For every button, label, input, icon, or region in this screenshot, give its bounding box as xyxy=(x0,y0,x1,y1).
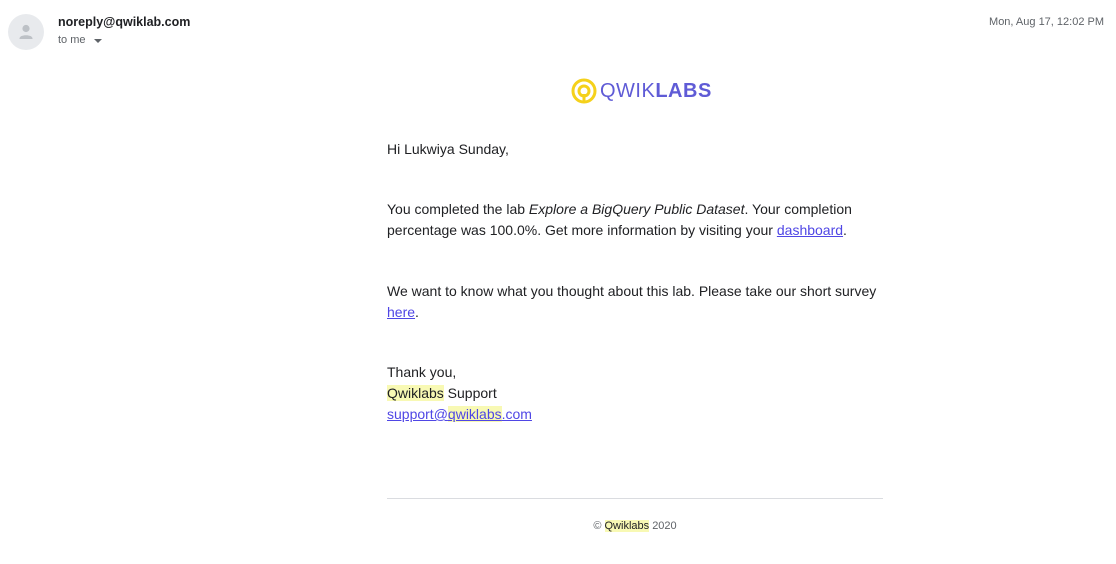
support-email-tld: .com xyxy=(501,406,532,422)
survey-link[interactable]: here xyxy=(387,304,415,320)
signoff-thanks: Thank you, xyxy=(387,364,457,380)
support-email-line: support@qwiklabs.com xyxy=(387,404,883,425)
survey-suffix: . xyxy=(415,304,419,320)
footer-year: 2020 xyxy=(652,520,677,532)
email-date: Mon, Aug 17, 12:02 PM xyxy=(989,16,1104,28)
sender-email: noreply@qwiklab.com xyxy=(58,15,191,29)
footer-company: Qwiklabs xyxy=(604,520,650,532)
person-icon xyxy=(19,24,33,39)
survey-prefix: We want to know what you thought about t… xyxy=(387,283,877,299)
support-email-link[interactable]: support@qwiklabs.com xyxy=(387,406,532,422)
qwiklabs-logo: QWIKLABS xyxy=(571,78,712,104)
support-email-domain: qwiklabs xyxy=(447,406,502,422)
logo-text-labs: LABS xyxy=(655,80,712,102)
sender-avatar[interactable] xyxy=(8,14,44,50)
email-header: noreply@qwiklab.com to me Mon, Aug 17, 1… xyxy=(0,0,1116,60)
recipient-details-toggle[interactable]: to me xyxy=(58,34,102,46)
footer-divider xyxy=(387,498,883,499)
completion-prefix: You completed the lab xyxy=(387,201,529,217)
greeting: Hi Lukwiya Sunday, xyxy=(387,141,509,157)
copyright-symbol: © xyxy=(593,520,602,532)
footer-copyright: © Qwiklabs 2020 xyxy=(387,520,883,532)
survey-paragraph: We want to know what you thought about t… xyxy=(387,281,883,323)
recipient-label: to me xyxy=(58,34,86,46)
completion-paragraph: You completed the lab Explore a BigQuery… xyxy=(387,199,883,241)
qwiklabs-logo-icon xyxy=(571,78,597,104)
signoff-team: Qwiklabs Support xyxy=(387,383,883,404)
lab-name: Explore a BigQuery Public Dataset xyxy=(528,201,745,217)
signoff-team-label: Support xyxy=(443,385,497,401)
logo-text-qwik: QWIK xyxy=(600,80,656,102)
logo-wordmark: QWIKLABS xyxy=(600,78,712,104)
completion-suffix: . xyxy=(843,222,847,238)
support-email-prefix: support@ xyxy=(387,406,448,422)
signoff-company: Qwiklabs xyxy=(387,385,444,401)
caret-down-icon[interactable] xyxy=(93,39,102,43)
dashboard-link[interactable]: dashboard xyxy=(777,222,843,238)
